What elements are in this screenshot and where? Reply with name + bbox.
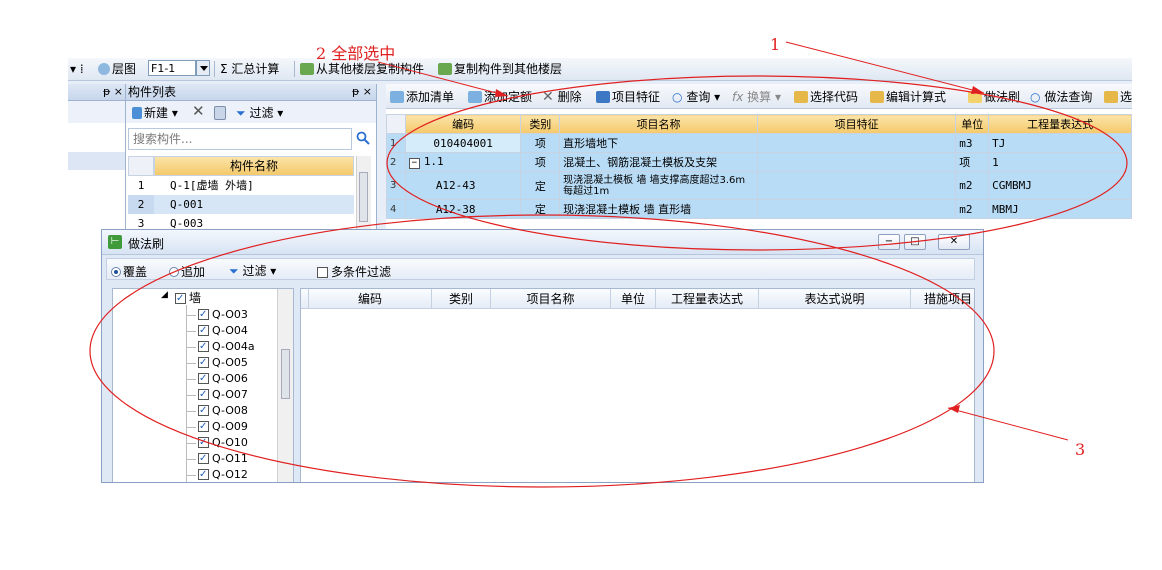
annotation-arrow-3	[947, 407, 1069, 441]
annotation-arrow-1	[785, 41, 985, 94]
annotation-label-1: 1	[770, 35, 781, 54]
annotation-label-2: 2 全部选中	[316, 44, 396, 63]
annotation-arrow-2	[377, 61, 509, 97]
annotation-label-3: 3	[1075, 440, 1086, 459]
annotation-overlay	[89, 41, 1128, 488]
annotation-ellipse-dialog	[89, 214, 995, 488]
annotation-ellipse-grid	[386, 75, 1128, 251]
annotation-arrowhead-2	[495, 89, 508, 97]
annotation-arrowhead-1	[971, 86, 984, 94]
